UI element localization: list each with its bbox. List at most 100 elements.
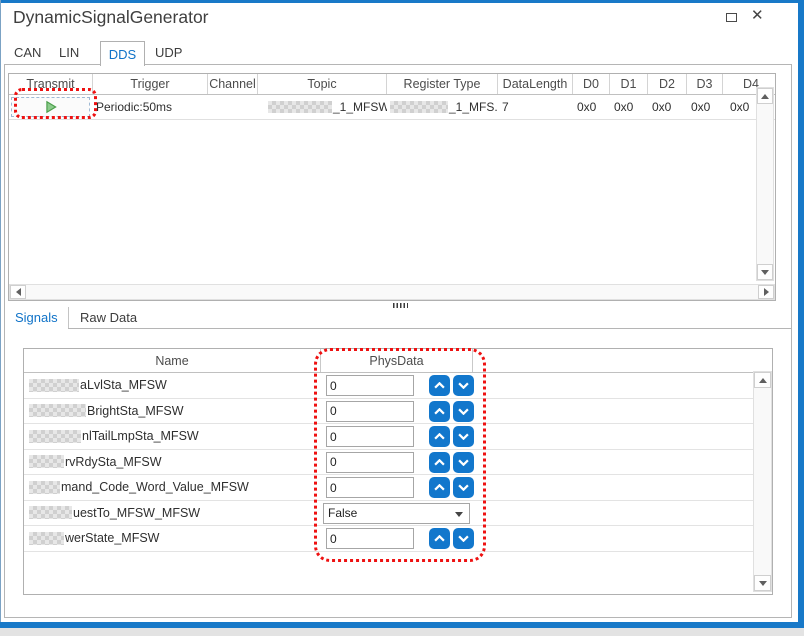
spinner-down-icon[interactable] [453, 528, 474, 549]
col-header-trigger[interactable]: Trigger [93, 74, 208, 94]
col-header-d1[interactable]: D1 [610, 74, 648, 94]
signal-row: uestTo_MFSW_MFSW False [24, 501, 754, 527]
scroll-left-icon[interactable] [10, 285, 26, 299]
spinner-down-icon[interactable] [453, 375, 474, 396]
tab-dds[interactable]: DDS [100, 41, 145, 66]
physdata-input[interactable] [326, 426, 414, 447]
close-icon[interactable]: ✕ [751, 6, 764, 24]
signals-table-header: Name PhysData [24, 349, 772, 373]
tab-signals[interactable]: Signals [15, 310, 58, 325]
signal-row: rvRdySta_MFSW [24, 450, 754, 476]
physdata-input[interactable] [326, 375, 414, 396]
col-header-datalength[interactable]: DataLength [498, 74, 573, 94]
play-icon[interactable] [44, 100, 58, 114]
physdata-input[interactable] [326, 452, 414, 473]
tab-dds-label: DDS [109, 47, 136, 62]
signal-name: uestTo_MFSW_MFSW [73, 506, 200, 520]
signal-row: nlTailLmpSta_MFSW [24, 424, 754, 450]
datalength-cell[interactable]: 7 [498, 95, 573, 119]
spinner-down-icon[interactable] [453, 401, 474, 422]
d3-cell[interactable]: 0x0 [687, 95, 723, 119]
window-border-right [798, 0, 804, 628]
transmit-grid-header: Transmit Trigger Channel Topic Register … [9, 74, 775, 95]
signals-vertical-scrollbar[interactable] [753, 371, 772, 592]
spinner-down-icon[interactable] [453, 426, 474, 447]
signals-table: Name PhysData aLvlSta_MFSW BrightSta_MFS… [23, 348, 773, 595]
signal-name: werState_MFSW [65, 531, 159, 545]
window-border-left [0, 0, 1, 628]
scroll-up-icon[interactable] [754, 372, 771, 388]
spinner-up-icon[interactable] [429, 452, 450, 473]
window-border-top [0, 0, 804, 3]
col-header-physdata[interactable]: PhysData [321, 349, 473, 372]
spinner-up-icon[interactable] [429, 528, 450, 549]
tab-udp[interactable]: UDP [155, 45, 182, 60]
redacted-name-prefix [29, 404, 86, 417]
physdata-input[interactable] [326, 528, 414, 549]
d2-cell[interactable]: 0x0 [648, 95, 687, 119]
physdata-input[interactable] [326, 401, 414, 422]
tab-raw-data[interactable]: Raw Data [80, 310, 137, 325]
spinner-up-icon[interactable] [429, 426, 450, 447]
register-type-text: _1_MFS... [449, 100, 498, 114]
signal-name: aLvlSta_MFSW [80, 378, 167, 392]
col-header-register-type[interactable]: Register Type [387, 74, 498, 94]
signal-name: mand_Code_Word_Value_MFSW [61, 480, 249, 494]
spinner-down-icon[interactable] [453, 477, 474, 498]
tab-lin[interactable]: LIN [59, 45, 79, 60]
spinner-up-icon[interactable] [429, 477, 450, 498]
tab-separator [68, 307, 69, 329]
col-header-topic[interactable]: Topic [258, 74, 387, 94]
channel-cell[interactable] [208, 95, 258, 119]
redacted-topic-prefix [268, 101, 332, 113]
physdata-input[interactable] [326, 477, 414, 498]
trigger-cell[interactable]: Periodic:50ms [93, 95, 208, 119]
col-header-transmit[interactable]: Transmit [9, 74, 93, 94]
redacted-name-prefix [29, 379, 79, 392]
splitter-grip-icon[interactable] [393, 303, 408, 308]
col-header-d0[interactable]: D0 [573, 74, 610, 94]
scroll-right-icon[interactable] [758, 285, 774, 299]
signal-row: mand_Code_Word_Value_MFSW [24, 475, 754, 501]
col-header-d2[interactable]: D2 [648, 74, 687, 94]
grid-horizontal-scrollbar[interactable] [9, 284, 775, 300]
col-header-channel[interactable]: Channel [208, 74, 258, 94]
signal-name: BrightSta_MFSW [87, 404, 184, 418]
tab-strip-border [68, 328, 792, 329]
signal-name: rvRdySta_MFSW [65, 455, 162, 469]
physdata-dropdown[interactable]: False [323, 503, 470, 524]
topic-text: _1_MFSW [333, 100, 387, 114]
redacted-register-prefix [390, 101, 448, 113]
register-type-cell[interactable]: _1_MFS... [387, 95, 498, 119]
dropdown-caret-icon [455, 512, 463, 517]
redacted-name-prefix [29, 532, 64, 545]
maximize-icon[interactable] [726, 13, 737, 22]
signal-row: BrightSta_MFSW [24, 399, 754, 425]
signal-row: werState_MFSW [24, 526, 754, 552]
col-header-d3[interactable]: D3 [687, 74, 723, 94]
transmit-cell [9, 95, 93, 119]
redacted-name-prefix [29, 506, 72, 519]
dynamic-signal-generator-window: { "window": { "title": "DynamicSignalGen… [0, 0, 804, 636]
window-title: DynamicSignalGenerator [13, 7, 209, 28]
spinner-up-icon[interactable] [429, 401, 450, 422]
transmit-grid: Transmit Trigger Channel Topic Register … [8, 73, 776, 301]
redacted-name-prefix [29, 455, 64, 468]
grid-vertical-scrollbar[interactable] [756, 87, 774, 281]
redacted-name-prefix [29, 430, 81, 443]
col-header-name[interactable]: Name [24, 349, 321, 372]
d0-cell[interactable]: 0x0 [573, 95, 610, 119]
scroll-down-icon[interactable] [754, 575, 771, 591]
spinner-up-icon[interactable] [429, 375, 450, 396]
transmit-grid-row: Periodic:50ms _1_MFSW _1_MFS... 7 0x0 0x… [9, 95, 775, 120]
topic-cell[interactable]: _1_MFSW [258, 95, 387, 119]
scroll-down-icon[interactable] [757, 264, 773, 280]
dropdown-value: False [328, 506, 357, 520]
signal-name: nlTailLmpSta_MFSW [82, 429, 199, 443]
d1-cell[interactable]: 0x0 [610, 95, 648, 119]
tab-can[interactable]: CAN [14, 45, 41, 60]
spinner-down-icon[interactable] [453, 452, 474, 473]
redacted-name-prefix [29, 481, 60, 494]
scroll-up-icon[interactable] [757, 88, 773, 104]
signal-row: aLvlSta_MFSW [24, 373, 754, 399]
